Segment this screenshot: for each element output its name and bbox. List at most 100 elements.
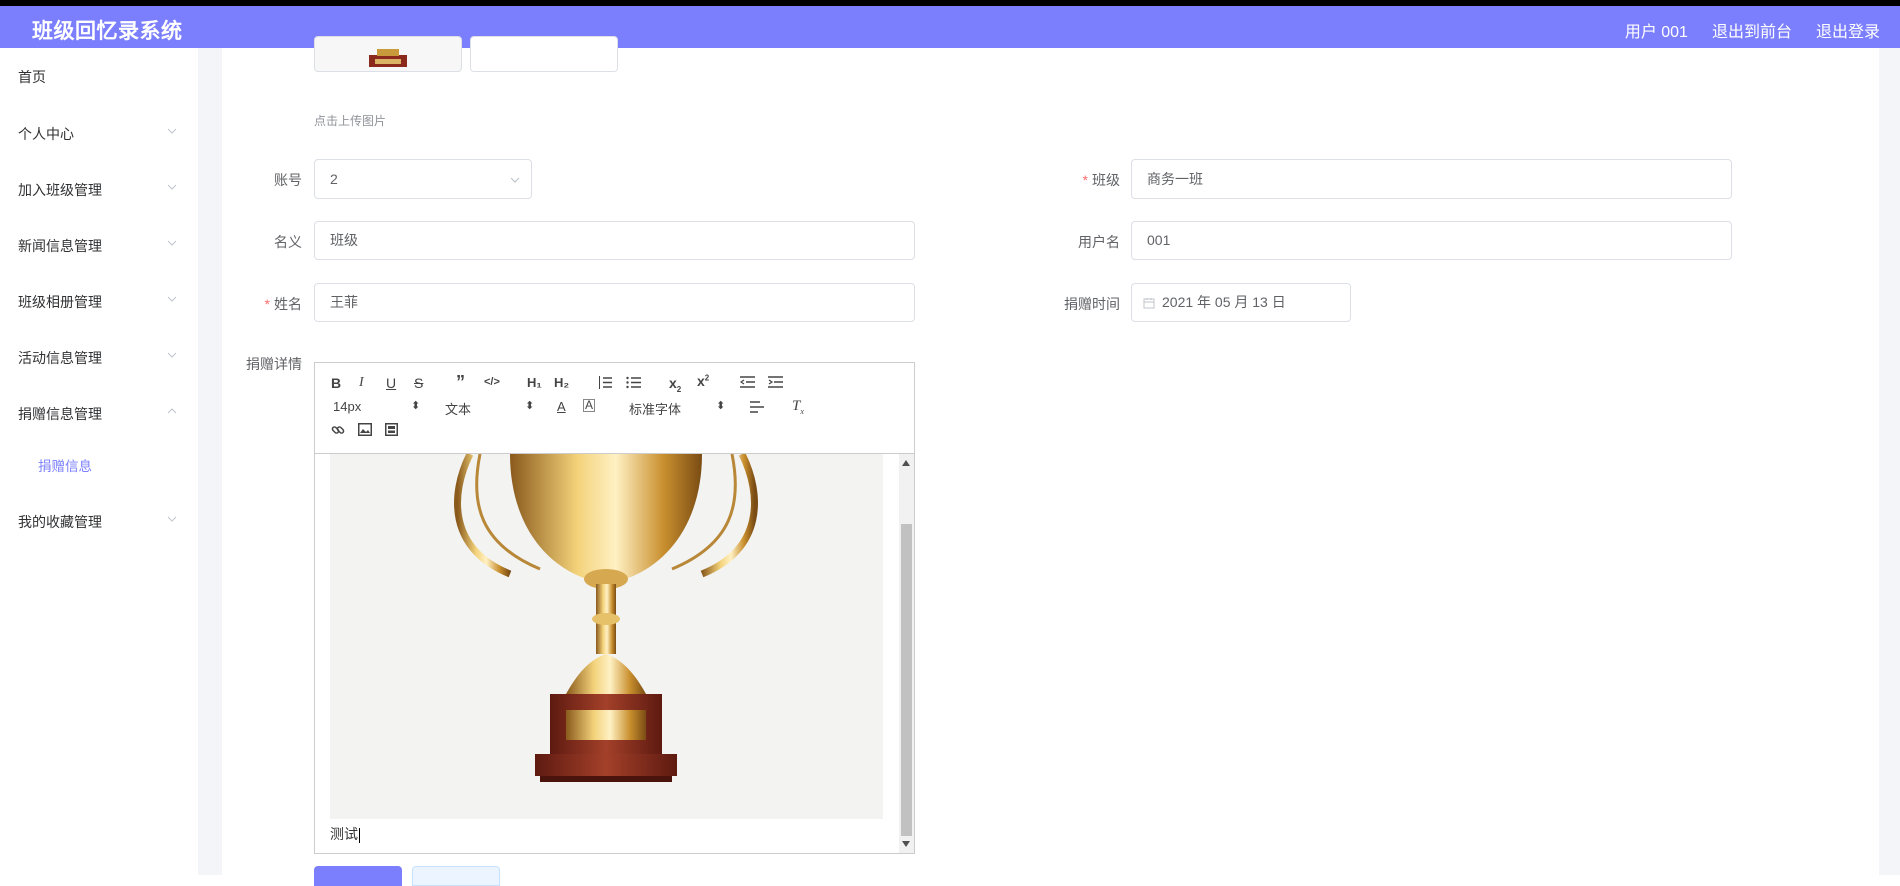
- trophy-image: [330, 454, 883, 819]
- name-yi-label: 名义: [274, 234, 302, 250]
- name-yi-field[interactable]: 班级: [314, 221, 915, 260]
- editor-text-paragraph: 测试: [330, 824, 360, 844]
- code-block-icon[interactable]: </>: [484, 376, 500, 388]
- sidebar-item-join-class[interactable]: 加入班级管理: [0, 177, 198, 201]
- editor-content-area[interactable]: 测试: [315, 454, 899, 853]
- fullname-field[interactable]: 王菲: [314, 283, 915, 322]
- chevron-down-icon: [510, 177, 520, 183]
- sidebar-item-home[interactable]: 首页: [0, 64, 198, 88]
- font-family-value: 标准字体: [629, 402, 682, 417]
- chevron-up-icon: [167, 408, 177, 414]
- select-arrows-icon: ⬍: [525, 400, 535, 412]
- logout-link[interactable]: 退出登录: [1816, 18, 1880, 42]
- bold-icon[interactable]: B: [331, 375, 341, 391]
- sidebar-subitem-donation-info[interactable]: 捐赠信息: [38, 455, 92, 475]
- select-arrows-icon: ⬍: [411, 400, 421, 412]
- submit-button[interactable]: [314, 866, 402, 886]
- sidebar-menu: 首页 个人中心 加入班级管理 新闻信息管理 班级相册管理 活动信息管理 捐赠信息…: [0, 48, 198, 875]
- font-color-icon[interactable]: A: [557, 399, 566, 414]
- sidebar-item-label: 活动信息管理: [18, 350, 102, 366]
- font-family-select[interactable]: 标准字体 ⬍: [629, 399, 726, 418]
- chevron-down-icon: [167, 296, 177, 302]
- top-navbar: 班级回忆录系统 用户 001 退出到前台 退出登录: [0, 6, 1900, 48]
- class-field[interactable]: 商务一班: [1131, 159, 1732, 199]
- account-select[interactable]: 2: [314, 159, 532, 199]
- chevron-down-icon: [167, 352, 177, 358]
- align-icon[interactable]: [750, 401, 764, 413]
- donate-time-label: 捐赠时间: [1064, 296, 1120, 312]
- indent-icon[interactable]: [768, 376, 783, 388]
- app-title: 班级回忆录系统: [32, 20, 183, 43]
- image-icon[interactable]: [358, 423, 372, 436]
- account-select-value: 2: [330, 171, 338, 187]
- outdent-icon[interactable]: [740, 376, 755, 388]
- underline-icon[interactable]: U: [386, 375, 396, 391]
- editor-toolbar: B I U S ” </> H₁ H₂ x2 x2 14px ⬍ 文本 ⬍ A …: [315, 363, 914, 454]
- select-arrows-icon: ⬍: [716, 400, 726, 412]
- upload-trigger-box[interactable]: [470, 36, 618, 72]
- ordered-list-icon[interactable]: [598, 376, 612, 389]
- chevron-down-icon: [167, 516, 177, 522]
- sidebar-item-label: 新闻信息管理: [18, 238, 102, 254]
- detail-label: 捐赠详情: [246, 356, 302, 372]
- subscript-icon[interactable]: x2: [669, 375, 681, 394]
- scroll-up-arrow-icon[interactable]: [902, 460, 910, 466]
- sidebar-item-favorites[interactable]: 我的收藏管理: [0, 509, 198, 533]
- sidebar-item-personal-center[interactable]: 个人中心: [0, 121, 198, 145]
- chevron-down-icon: [167, 128, 177, 134]
- donate-date-picker[interactable]: 2021 年 05 月 13 日: [1131, 283, 1351, 322]
- class-label: * 班级: [1040, 170, 1120, 190]
- scroll-down-arrow-icon[interactable]: [902, 841, 910, 847]
- current-user-link[interactable]: 用户 001: [1625, 18, 1688, 42]
- bullet-list-icon[interactable]: [626, 376, 641, 389]
- font-size-value: 14px: [333, 399, 362, 414]
- rich-text-editor: B I U S ” </> H₁ H₂ x2 x2 14px ⬍ 文本 ⬍ A …: [314, 362, 915, 854]
- trophy-illustration: [454, 454, 758, 782]
- donate-date-value: 2021 年 05 月 13 日: [1162, 294, 1286, 310]
- heading2-icon[interactable]: H₂: [554, 375, 569, 390]
- heading1-icon[interactable]: H₁: [527, 375, 542, 390]
- content-gutter-left: [198, 48, 222, 875]
- editor-text: 测试: [330, 826, 358, 842]
- cancel-button[interactable]: [412, 866, 500, 886]
- sidebar-item-label: 我的收藏管理: [18, 514, 102, 530]
- sidebar-item-album[interactable]: 班级相册管理: [0, 289, 198, 313]
- editor-scrollbar[interactable]: [899, 454, 914, 853]
- exit-to-front-link[interactable]: 退出到前台: [1712, 18, 1792, 42]
- italic-icon[interactable]: I: [359, 375, 364, 391]
- uploaded-image-thumbnail[interactable]: [314, 36, 462, 72]
- required-asterisk: *: [264, 296, 270, 312]
- scrollbar-thumb[interactable]: [901, 524, 912, 836]
- text-caret: [359, 827, 360, 843]
- trophy-thumbnail-image: [369, 49, 407, 67]
- chevron-down-icon: [167, 240, 177, 246]
- strikethrough-icon[interactable]: S: [414, 375, 423, 391]
- font-size-select[interactable]: 14px ⬍: [333, 399, 421, 414]
- content-gutter-right: [1879, 48, 1900, 875]
- fullname-label: * 姓名: [240, 294, 302, 314]
- calendar-icon: [1143, 298, 1155, 309]
- class-label-text: 班级: [1092, 172, 1120, 188]
- required-asterisk: *: [1082, 172, 1088, 188]
- blockquote-icon[interactable]: ”: [456, 372, 465, 393]
- sidebar-item-news[interactable]: 新闻信息管理: [0, 233, 198, 257]
- sidebar-item-label: 捐赠信息管理: [18, 406, 102, 422]
- superscript-icon[interactable]: x2: [697, 373, 709, 389]
- username-field[interactable]: 001: [1131, 221, 1732, 260]
- sidebar-item-donation[interactable]: 捐赠信息管理: [0, 401, 198, 425]
- sidebar-item-label: 加入班级管理: [18, 182, 102, 198]
- block-type-select[interactable]: 文本 ⬍: [445, 399, 535, 418]
- upload-hint: 点击上传图片: [314, 114, 387, 128]
- fullname-label-text: 姓名: [274, 296, 302, 312]
- sidebar-item-label: 首页: [18, 69, 46, 85]
- sidebar-item-label: 班级相册管理: [18, 294, 102, 310]
- sidebar-item-label: 个人中心: [18, 126, 74, 142]
- clear-format-icon[interactable]: Tx: [792, 398, 804, 416]
- block-type-value: 文本: [445, 402, 472, 417]
- link-icon[interactable]: [331, 423, 345, 437]
- account-label: 账号: [274, 172, 302, 188]
- top-nav-links: 用户 001 退出到前台 退出登录: [1625, 18, 1880, 42]
- video-icon[interactable]: [385, 423, 398, 436]
- sidebar-item-activity[interactable]: 活动信息管理: [0, 345, 198, 369]
- background-color-icon[interactable]: A: [583, 399, 596, 412]
